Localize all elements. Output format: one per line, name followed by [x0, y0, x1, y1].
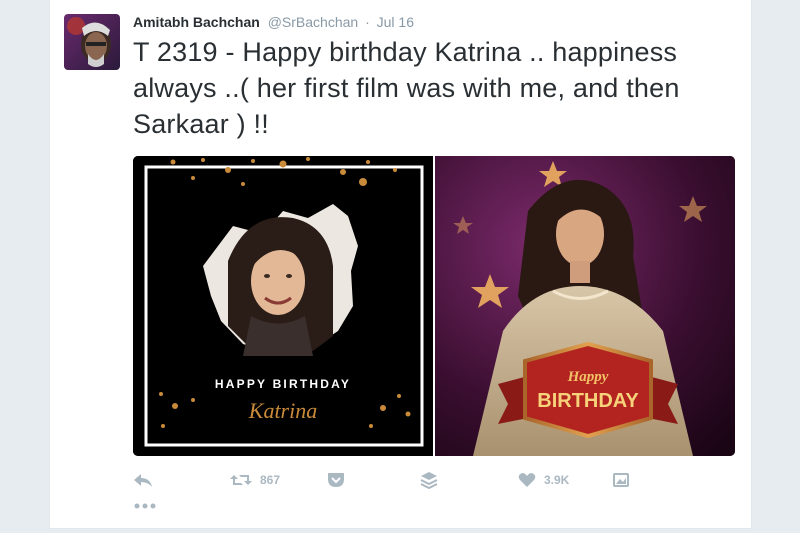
tweet-text: T 2319 - Happy birthday Katrina .. happi…	[133, 37, 680, 139]
heart-icon	[518, 472, 536, 488]
buffer-icon	[420, 471, 438, 489]
more-button[interactable]	[133, 497, 157, 515]
separator-dot: ·	[365, 14, 370, 30]
tweet-date[interactable]: Jul 16	[377, 14, 414, 30]
tweet-header: Amitabh Bachchan @SrBachchan · Jul 16	[133, 12, 414, 32]
pocket-icon	[327, 472, 345, 488]
left-card-name: Katrina	[248, 398, 317, 423]
right-card-birthday: BIRTHDAY	[537, 390, 639, 412]
like-count: 3.9K	[544, 473, 570, 487]
like-button[interactable]: 3.9K	[518, 466, 569, 494]
image-icon	[613, 473, 629, 487]
buffer-button[interactable]	[420, 466, 438, 494]
pocket-button[interactable]	[327, 466, 345, 494]
tweet-actions: 867 3.9K	[133, 466, 733, 496]
retweet-icon	[230, 472, 252, 488]
right-birthday-card: Happy BIRTHDAY	[435, 156, 735, 456]
left-birthday-card: HAPPY BIRTHDAY Katrina	[133, 156, 433, 456]
tweet-media[interactable]: HAPPY BIRTHDAY Katrina Happy BIRTHDAY	[133, 156, 735, 456]
left-card-title: HAPPY BIRTHDAY	[215, 377, 351, 391]
retweet-button[interactable]: 867	[230, 466, 280, 494]
avatar[interactable]	[64, 14, 120, 70]
more-dots-icon	[133, 497, 157, 514]
reply-button[interactable]	[133, 466, 153, 494]
retweet-count: 867	[260, 473, 281, 487]
media-button[interactable]	[613, 466, 629, 494]
author-handle[interactable]: @SrBachchan	[268, 14, 358, 30]
reply-icon	[133, 472, 153, 488]
right-card-happy: Happy	[567, 369, 609, 385]
author-name[interactable]: Amitabh Bachchan	[133, 14, 260, 30]
